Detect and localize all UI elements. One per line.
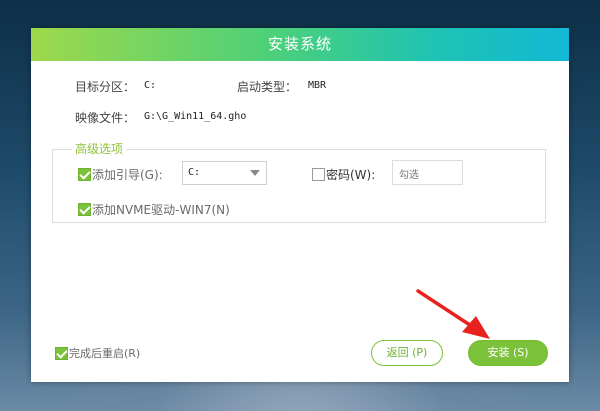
- image-file-label: 映像文件：: [75, 111, 136, 125]
- add-nvme-label[interactable]: 添加NVME驱动-WIN7(N): [92, 201, 230, 218]
- add-nvme-checkbox[interactable]: [78, 203, 91, 216]
- password-label[interactable]: 密码(W):: [326, 166, 375, 183]
- chevron-down-icon: [250, 170, 260, 176]
- boot-drive-select-value: C:: [188, 167, 201, 178]
- back-button[interactable]: 返回 (P): [371, 340, 443, 366]
- advanced-options-legend: 高级选项: [72, 140, 127, 157]
- target-partition-label: 目标分区：: [75, 80, 136, 94]
- dialog-title: 安装系统: [31, 28, 569, 61]
- password-checkbox[interactable]: [312, 168, 325, 181]
- boot-type-label: 启动类型：: [237, 80, 298, 94]
- install-system-dialog: 安装系统 目标分区： C: 启动类型： MBR 映像文件： G:\G_Win11…: [31, 28, 569, 382]
- restart-after-checkbox[interactable]: [55, 347, 68, 360]
- password-input[interactable]: [392, 160, 463, 185]
- boot-type-value: MBR: [308, 80, 327, 91]
- add-boot-checkbox[interactable]: [78, 168, 91, 181]
- install-button[interactable]: 安装 (S): [468, 340, 548, 366]
- boot-drive-select[interactable]: C:: [182, 161, 267, 185]
- add-boot-label[interactable]: 添加引导(G):: [92, 166, 163, 183]
- restart-after-label[interactable]: 完成后重启(R): [69, 345, 140, 361]
- target-partition-value: C:: [144, 80, 157, 91]
- image-file-value: G:\G_Win11_64.gho: [144, 111, 247, 122]
